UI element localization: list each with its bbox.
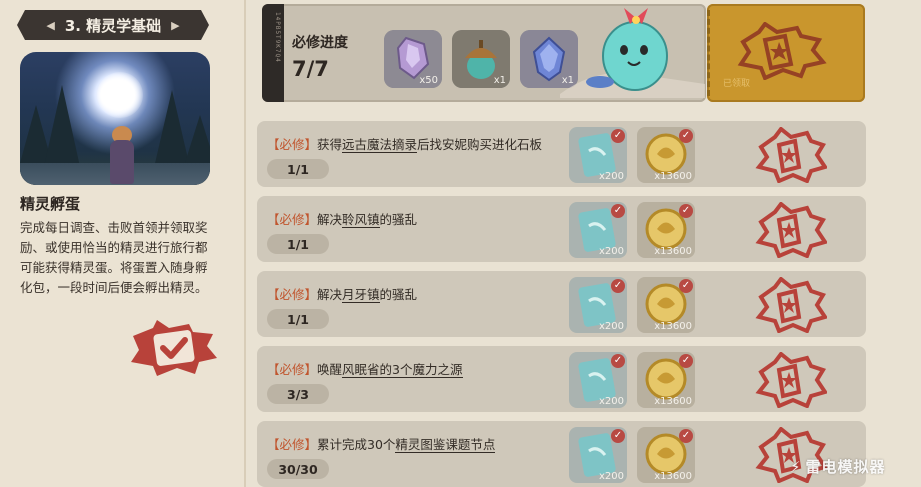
check-icon: ✓ xyxy=(679,429,693,443)
required-tag: 【必修】 xyxy=(267,287,318,302)
quest-row: 【必修】唤醒风眠省的3个魔力之源 3/3 ✓ x200 ✓ x13600 xyxy=(257,346,866,412)
reward-item-coin[interactable]: ✓ x13600 xyxy=(637,127,695,183)
required-progress-card: 14PB5T9K7Q4 必修进度 7/7 x50 x1 x1 xyxy=(262,4,706,102)
reward-item-coin[interactable]: ✓ x13600 xyxy=(637,277,695,333)
item-count: x13600 xyxy=(654,246,692,257)
check-icon: ✓ xyxy=(679,204,693,218)
reward-item-book[interactable]: ✓ x200 xyxy=(569,202,627,258)
progress-value: 7/7 xyxy=(292,57,329,81)
reward-slot[interactable]: x1 xyxy=(452,30,510,88)
check-icon: ✓ xyxy=(679,279,693,293)
reward-item-book[interactable]: ✓ x200 xyxy=(569,352,627,408)
reward-item-book[interactable]: ✓ x200 xyxy=(569,277,627,333)
quest-progress: 1/1 xyxy=(267,234,329,254)
check-icon: ✓ xyxy=(679,129,693,143)
quest-link[interactable]: 风眠省的3个魔力之源 xyxy=(342,362,463,378)
quest-title: 【必修】解决月牙镇的骚乱 xyxy=(267,284,417,303)
quest-title-text: 解决 xyxy=(317,287,343,302)
quest-title-text: 的骚乱 xyxy=(379,212,418,227)
required-tag: 【必修】 xyxy=(267,137,318,152)
item-count: x13600 xyxy=(654,471,692,482)
required-tag: 【必修】 xyxy=(267,212,318,227)
chapter-banner[interactable]: ◀ 3. 精灵学基础 ▶ xyxy=(17,10,209,40)
reward-count: x1 xyxy=(493,75,506,86)
check-icon: ✓ xyxy=(611,279,625,293)
quest-title-text: 累计完成30个 xyxy=(317,437,396,452)
next-chapter-icon[interactable]: ▶ xyxy=(171,19,179,32)
item-count: x200 xyxy=(598,246,624,257)
quest-link[interactable]: 远古魔法摘录 xyxy=(342,137,418,153)
claimed-stamp-icon xyxy=(755,277,827,333)
item-count: x13600 xyxy=(654,321,692,332)
claimed-stamp-icon xyxy=(755,352,827,408)
reward-item-coin[interactable]: ✓ x13600 xyxy=(637,202,695,258)
required-tag: 【必修】 xyxy=(267,362,318,377)
item-count: x200 xyxy=(598,396,624,407)
item-count: x13600 xyxy=(654,396,692,407)
quest-progress: 1/1 xyxy=(267,159,329,179)
quest-title: 【必修】解决聆风镇的骚乱 xyxy=(267,209,417,228)
watermark-text: 雷电模拟器 xyxy=(805,458,886,476)
quest-row: 【必修】解决月牙镇的骚乱 1/1 ✓ x200 ✓ x13600 xyxy=(257,271,866,337)
tutorial-preview-image xyxy=(20,52,210,185)
quest-title: 【必修】唤醒风眠省的3个魔力之源 xyxy=(267,359,463,378)
required-tag: 【必修】 xyxy=(267,437,318,452)
check-icon: ✓ xyxy=(611,354,625,368)
check-icon: ✓ xyxy=(679,354,693,368)
quest-title: 【必修】累计完成30个精灵图鉴课题节点 xyxy=(267,434,496,453)
quest-row: 【必修】解决聆风镇的骚乱 1/1 ✓ x200 ✓ x13600 xyxy=(257,196,866,262)
item-count: x200 xyxy=(598,471,624,482)
quest-link[interactable]: 精灵图鉴课题节点 xyxy=(395,437,496,453)
progress-reward-chest[interactable]: 已领取 xyxy=(707,4,865,102)
reward-item-book[interactable]: ✓ x200 xyxy=(569,427,627,483)
completed-stamp-icon xyxy=(131,320,217,376)
quest-row: 【必修】累计完成30个精灵图鉴课题节点 30/30 ✓ x200 ✓ x1360… xyxy=(257,421,866,487)
quest-title-text: 唤醒 xyxy=(317,362,343,377)
section-description: 完成每日调查、击败首领并领取奖励、或使用恰当的精灵进行旅行都可能获得精灵蛋。将蛋… xyxy=(20,220,208,295)
chapter-sidebar: ◀ 3. 精灵学基础 ▶ 精灵孵蛋 完成每日调查、击败首领并领取奖励、或使用恰当… xyxy=(0,0,246,487)
section-heading: 精灵孵蛋 xyxy=(20,195,81,213)
claimed-stamp-icon xyxy=(755,127,827,183)
item-count: x200 xyxy=(598,171,624,182)
quest-row: 【必修】获得远古魔法摘录后找安妮购买进化石板 1/1 ✓ x200 ✓ x136… xyxy=(257,121,866,187)
claimed-stamp-icon xyxy=(737,22,827,80)
quest-title-text: 获得 xyxy=(317,137,343,152)
quest-link[interactable]: 月牙镇 xyxy=(342,287,380,303)
lightning-icon: ⚡ xyxy=(790,457,802,476)
reward-item-coin[interactable]: ✓ x13600 xyxy=(637,427,695,483)
mascot-illustration xyxy=(560,8,705,98)
quest-title: 【必修】获得远古魔法摘录后找安妮购买进化石板 xyxy=(267,134,542,153)
serial-text: 14PB5T9K7Q4 xyxy=(274,12,281,63)
reward-item-book[interactable]: ✓ x200 xyxy=(569,127,627,183)
reward-count: x50 xyxy=(419,75,438,86)
chest-status: 已领取 xyxy=(723,79,751,89)
prev-chapter-icon[interactable]: ◀ xyxy=(46,19,54,32)
chapter-title: 3. 精灵学基础 xyxy=(64,16,162,35)
claimed-stamp-icon xyxy=(755,202,827,258)
quest-title-text: 解决 xyxy=(317,212,343,227)
quest-progress: 1/1 xyxy=(267,309,329,329)
reward-item-coin[interactable]: ✓ x13600 xyxy=(637,352,695,408)
emulator-watermark: ⚡ 雷电模拟器 xyxy=(790,456,886,477)
check-icon: ✓ xyxy=(611,129,625,143)
quest-title-text: 后找安妮购买进化石板 xyxy=(417,137,543,152)
quest-title-text: 的骚乱 xyxy=(379,287,418,302)
quest-link[interactable]: 聆风镇 xyxy=(342,212,380,228)
quest-progress: 30/30 xyxy=(267,459,329,479)
check-icon: ✓ xyxy=(611,204,625,218)
progress-label: 必修进度 xyxy=(292,35,348,51)
item-count: x200 xyxy=(598,321,624,332)
check-icon: ✓ xyxy=(611,429,625,443)
reward-slot[interactable]: x50 xyxy=(384,30,442,88)
quest-progress: 3/3 xyxy=(267,384,329,404)
item-count: x13600 xyxy=(654,171,692,182)
